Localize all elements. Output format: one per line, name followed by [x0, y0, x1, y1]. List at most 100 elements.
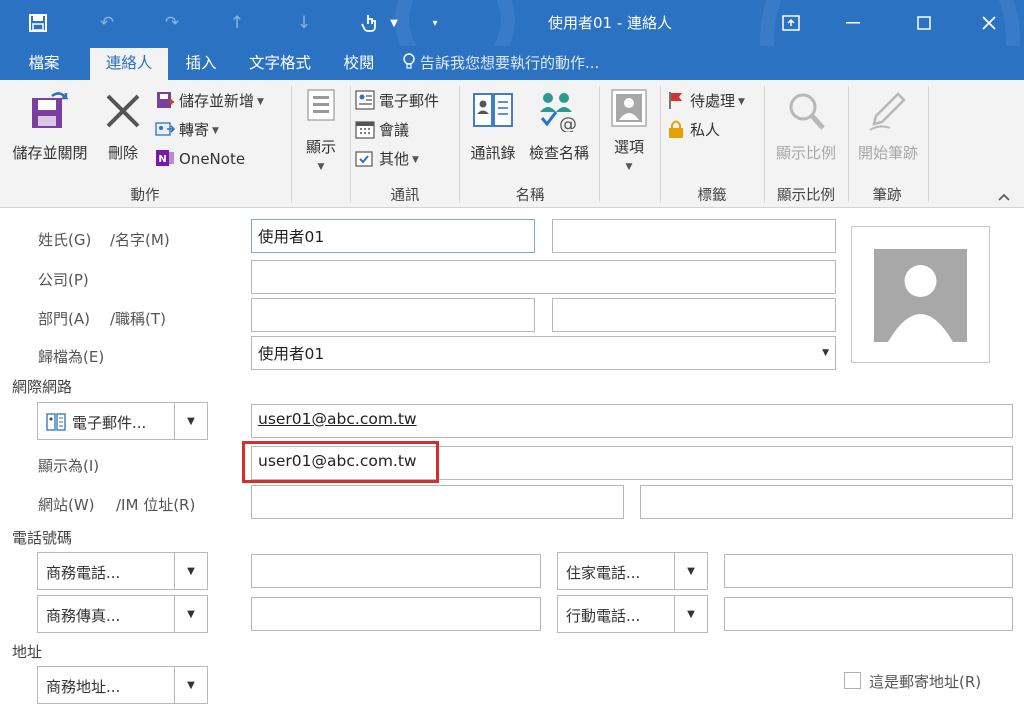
mailing-address-checkbox[interactable] [844, 672, 861, 689]
show-button[interactable]: 顯示 ▼ [298, 86, 344, 181]
restore-window-icon[interactable] [768, 0, 814, 46]
options-label: 選項 [613, 138, 644, 156]
follow-up-button[interactable]: 待處理 ▼ [666, 88, 745, 114]
last-name-field[interactable]: 使用者01 [251, 219, 535, 253]
group-separator [599, 86, 600, 202]
business-fax-button[interactable]: 商務傳真... ▼ [37, 595, 208, 633]
options-button[interactable]: 選項 ▼ [604, 86, 654, 181]
department-field[interactable] [251, 298, 535, 332]
undo-icon[interactable]: ↶ [92, 8, 122, 38]
chevron-down-icon[interactable]: ▼ [674, 553, 707, 589]
check-names-button[interactable]: @ 檢查名稱 [524, 88, 594, 168]
im-address-field[interactable] [640, 485, 1013, 519]
chevron-down-icon: ▼ [212, 126, 219, 136]
first-name-field[interactable] [552, 219, 836, 253]
down-arrow-icon[interactable]: ↓ [289, 8, 319, 38]
business-address-button[interactable]: 商務地址... ▼ [37, 666, 208, 704]
group-label-ink: 筆跡 [872, 188, 902, 204]
more-button[interactable]: 其他 ▼ [355, 146, 419, 172]
more-icon [355, 148, 375, 168]
company-label: 公司(P) [38, 271, 89, 289]
onenote-button[interactable]: N OneNote [155, 146, 245, 172]
mobile-phone-field[interactable] [724, 597, 1013, 631]
email-field[interactable]: user01@abc.com.tw [251, 404, 1013, 438]
highlight-box [242, 441, 439, 483]
business-phone-field[interactable] [251, 554, 541, 588]
delete-label: 刪除 [107, 144, 138, 162]
group-label-tags: 標籤 [697, 188, 727, 204]
job-title-label: /職稱(T) [110, 310, 166, 328]
delete-icon [106, 94, 140, 128]
save-close-label: 儲存並關閉 [12, 144, 88, 162]
last-name-label: 姓氏(G) [38, 231, 92, 249]
company-field[interactable] [251, 260, 836, 294]
lightbulb-icon [402, 49, 416, 83]
collapse-ribbon-icon[interactable] [998, 190, 1010, 205]
window-title: 使用者01 - 連絡人 [547, 14, 673, 32]
tab-file[interactable]: 檔案 [12, 46, 76, 80]
tab-insert[interactable]: 插入 [176, 46, 226, 80]
tell-me-box[interactable]: 告訴我您想要執行的動作... [402, 46, 599, 80]
save-close-icon [32, 92, 69, 128]
maximize-icon[interactable] [901, 0, 947, 46]
redo-icon[interactable]: ↷ [157, 8, 187, 38]
meeting-button[interactable]: 會議 [355, 117, 409, 143]
mobile-phone-button[interactable]: 行動電話... ▼ [557, 595, 708, 633]
group-separator [459, 86, 460, 202]
save-new-button[interactable]: 儲存並新增 ▼ [155, 88, 264, 114]
home-phone-field[interactable] [724, 554, 1013, 588]
email-type-button[interactable]: 電子郵件... ▼ [37, 402, 208, 440]
tab-format-text[interactable]: 文字格式 [238, 46, 322, 80]
display-as-label: 顯示為(I) [38, 457, 100, 475]
tab-review[interactable]: 校閱 [332, 46, 386, 80]
im-address-label: /IM 位址(R) [116, 496, 196, 514]
job-title-field[interactable] [552, 298, 836, 332]
chevron-down-icon[interactable]: ▼ [174, 667, 207, 703]
check-names-icon: @ [540, 93, 577, 132]
show-label: 顯示 [305, 138, 336, 156]
private-button[interactable]: 私人 [666, 117, 720, 143]
zoom-button[interactable]: 顯示比例 [768, 88, 844, 168]
group-label-zoom: 顯示比例 [777, 188, 835, 204]
business-fax-field[interactable] [251, 597, 541, 631]
onenote-icon: N [155, 148, 175, 168]
website-field[interactable] [251, 485, 624, 519]
flag-icon [666, 90, 686, 110]
customize-icon[interactable]: ▾ [420, 8, 450, 38]
email-icon [355, 90, 375, 110]
file-as-select[interactable]: 使用者01 ▼ [251, 336, 836, 370]
email-button[interactable]: 電子郵件 [355, 88, 439, 114]
chevron-down-icon[interactable]: ▼ [674, 596, 707, 632]
home-phone-button[interactable]: 住家電話... ▼ [557, 552, 708, 590]
contact-photo-frame[interactable] [851, 226, 990, 363]
group-label-actions: 動作 [130, 188, 160, 204]
start-inking-button[interactable]: 開始筆跡 [850, 88, 926, 168]
save-icon[interactable] [23, 8, 53, 38]
pen-icon [869, 92, 906, 131]
chevron-down-icon[interactable]: ▼ [174, 553, 207, 589]
calendar-icon [355, 119, 375, 139]
avatar-icon [874, 249, 967, 342]
chevron-down-icon: ▼ [822, 348, 829, 358]
phone-section-title: 電話號碼 [12, 529, 73, 547]
business-phone-button[interactable]: 商務電話... ▼ [37, 552, 208, 590]
chevron-down-icon: ▼ [412, 155, 419, 165]
chevron-down-icon[interactable]: ▼ [174, 403, 207, 439]
chevron-down-icon[interactable]: ▼ [379, 8, 409, 38]
up-arrow-icon[interactable]: ↑ [222, 8, 252, 38]
ribbon-tab-bar: 檔案 連絡人 插入 文字格式 校閱 告訴我您想要執行的動作... [0, 46, 1024, 80]
chevron-down-icon[interactable]: ▼ [174, 596, 207, 632]
save-close-button[interactable]: 儲存並關閉 [4, 88, 96, 168]
internet-section-title: 網際網路 [12, 378, 73, 396]
address-book-icon [46, 413, 66, 435]
minimize-icon[interactable] [830, 0, 876, 46]
options-icon [611, 89, 647, 127]
close-icon[interactable] [966, 0, 1012, 46]
check-names-label: 檢查名稱 [528, 144, 589, 162]
group-separator [928, 86, 929, 202]
tab-contact[interactable]: 連絡人 [90, 48, 168, 80]
forward-button[interactable]: 轉寄 ▼ [155, 117, 219, 143]
delete-button[interactable]: 刪除 [100, 88, 146, 168]
save-new-icon [155, 90, 175, 110]
address-book-button[interactable]: 通訊錄 [463, 88, 523, 168]
